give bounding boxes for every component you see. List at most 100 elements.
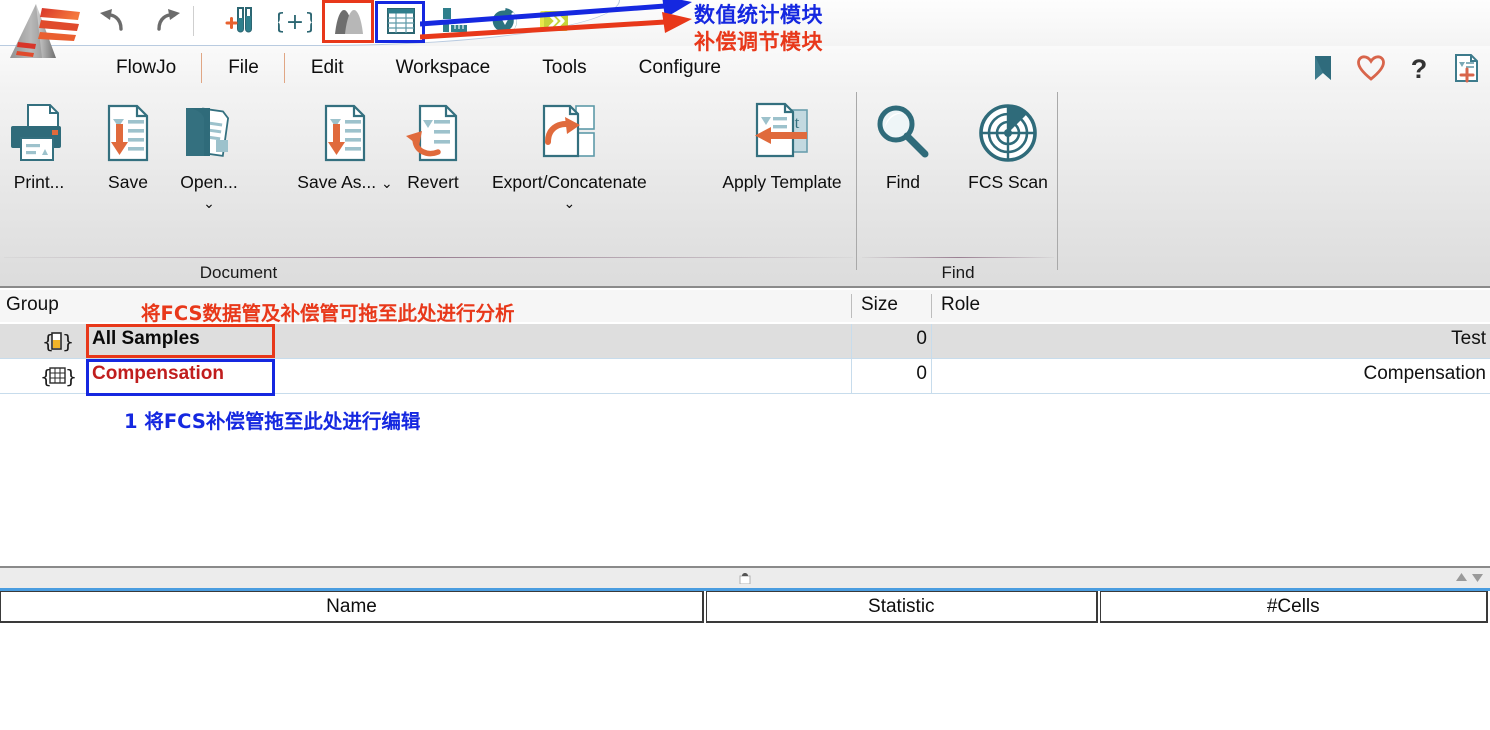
annotation-label-drag-comp-here: 1 将FCS补偿管拖至此处进行编辑 xyxy=(124,410,421,433)
flowjo-logo-icon xyxy=(2,0,88,62)
svg-text:}: } xyxy=(62,331,74,353)
bottom-table-body[interactable] xyxy=(0,625,1490,730)
menu-bar-right-icons: ? xyxy=(1308,46,1482,90)
menu-item-workspace[interactable]: Workspace xyxy=(370,46,517,90)
ribbon-button-save-as[interactable]: Save As... ⌄ xyxy=(285,100,405,193)
table-row-size: 0 xyxy=(916,328,927,349)
ribbon-group-document-label: Document xyxy=(199,263,278,282)
svg-text:}: } xyxy=(65,366,76,388)
question-mark-icon[interactable]: ? xyxy=(1404,53,1434,83)
bottom-column-header-statistic[interactable]: Statistic xyxy=(706,591,1098,623)
ribbon-group-find-label: Find xyxy=(941,263,975,282)
ribbon-group-separator xyxy=(856,92,857,270)
cell-divider xyxy=(931,359,932,393)
ribbon-group-separator xyxy=(1057,92,1058,270)
grid-brace-icon: { } xyxy=(40,364,76,388)
table-row-role: Compensation xyxy=(1363,363,1486,384)
table-row[interactable]: { } All Samples 0 Test xyxy=(0,324,1490,359)
open-folder-icon xyxy=(176,100,242,166)
ribbon-button-export-concatenate[interactable]: Export/Concatenate ⌄ xyxy=(492,100,647,212)
collapse-down-icon xyxy=(1472,574,1483,582)
cell-divider xyxy=(851,359,852,393)
bottom-column-header-cells[interactable]: #Cells xyxy=(1099,591,1488,623)
revert-arrow-icon xyxy=(400,100,466,166)
printer-icon xyxy=(6,100,72,166)
ribbon-button-print-label: Print... xyxy=(13,172,65,192)
annotation-arrow-red xyxy=(420,6,695,46)
splitter-grip-handle[interactable] xyxy=(738,571,752,584)
cell-divider xyxy=(931,324,932,358)
ribbon-button-open-label: Open... ⌄ xyxy=(180,172,238,212)
column-divider[interactable] xyxy=(931,294,932,318)
annotation-label-drag-fcs-here: 将FCS数据管及补偿管可拖至此处进行分析 xyxy=(141,302,515,325)
workspace-column-header-group[interactable]: Group xyxy=(6,294,59,316)
ribbon-group-underline xyxy=(4,257,853,258)
bottom-table-header: Name Statistic #Cells xyxy=(0,591,1490,623)
ribbon-toolbar: Print... Save Open... ⌄ Save As... ⌄ Rev… xyxy=(0,90,1490,288)
svg-text:?: ? xyxy=(1411,54,1428,83)
menu-item-edit[interactable]: Edit xyxy=(285,46,370,90)
annotation-label-compensation-module: 补偿调节模块 xyxy=(694,30,823,54)
export-concatenate-icon xyxy=(536,100,602,166)
radar-scan-icon xyxy=(975,100,1041,166)
menu-items: FlowJo File Edit Workspace Tools Configu… xyxy=(90,46,747,90)
collapse-up-icon xyxy=(1456,573,1467,581)
table-row-name[interactable]: Compensation xyxy=(92,363,224,385)
workspace-column-header-size[interactable]: Size xyxy=(861,294,898,316)
ribbon-button-apply-template[interactable]: t Apply Template xyxy=(722,100,842,193)
workspace-column-header-role[interactable]: Role xyxy=(941,294,980,316)
ribbon-button-export-concatenate-text: Export/Concatenate xyxy=(492,172,647,192)
ribbon-button-save-label: Save xyxy=(108,172,148,192)
ribbon-group-underline xyxy=(862,257,1054,258)
chevron-down-icon[interactable]: ⌄ xyxy=(381,175,393,191)
svg-text:t: t xyxy=(795,113,800,132)
ribbon-button-revert[interactable]: Revert xyxy=(400,100,466,193)
ribbon-button-open-text: Open... xyxy=(180,172,238,192)
table-row[interactable]: { } Compensation 0 Compensation xyxy=(0,359,1490,394)
ribbon-button-save-as-text: Save As... xyxy=(297,172,377,192)
save-as-document-icon xyxy=(312,100,378,166)
menu-item-tools[interactable]: Tools xyxy=(516,46,612,90)
curly-brace-plus-icon[interactable]: {+} xyxy=(278,4,312,38)
svg-text:{+}: {+} xyxy=(278,10,312,35)
undo-arrow-icon[interactable] xyxy=(97,6,131,36)
heart-icon[interactable] xyxy=(1356,53,1386,83)
ribbon-group-document: Print... Save Open... ⌄ Save As... ⌄ Rev… xyxy=(0,90,857,286)
column-divider[interactable] xyxy=(851,294,852,318)
ribbon-button-fcs-scan[interactable]: FCS Scan xyxy=(948,100,1068,193)
apply-template-icon: t xyxy=(749,100,815,166)
table-row-size: 0 xyxy=(916,363,927,384)
ribbon-button-fcs-scan-label: FCS Scan xyxy=(968,172,1048,192)
save-document-icon xyxy=(95,100,161,166)
ribbon-group-find: Find FCS Scan Find xyxy=(858,90,1058,286)
menu-item-file[interactable]: File xyxy=(202,46,285,90)
menu-item-flowjo[interactable]: FlowJo xyxy=(90,46,203,90)
toolbar-separator xyxy=(193,6,194,36)
annotation-label-statistics-module: 数值统计模块 xyxy=(694,3,823,27)
table-row-role: Test xyxy=(1451,328,1486,349)
test-tube-brace-icon: { } xyxy=(40,329,76,353)
chevron-down-icon[interactable]: ⌄ xyxy=(203,195,215,211)
ribbon-button-find[interactable]: Find xyxy=(870,100,936,193)
bookmark-icon[interactable] xyxy=(1308,53,1338,83)
new-document-plus-icon[interactable] xyxy=(1452,53,1482,83)
table-grid-icon[interactable] xyxy=(384,4,418,38)
table-row-name[interactable]: All Samples xyxy=(92,328,200,350)
cell-divider xyxy=(851,324,852,358)
bottom-column-header-name[interactable]: Name xyxy=(0,591,705,623)
ribbon-button-save[interactable]: Save xyxy=(95,100,161,193)
redo-arrow-icon[interactable] xyxy=(149,6,183,36)
splitter-collapse-arrows[interactable] xyxy=(1455,572,1484,583)
bottom-statistics-panel: Name Statistic #Cells xyxy=(0,591,1490,730)
quick-access-toolbar: {+} xyxy=(0,0,1490,58)
magnifier-icon xyxy=(870,100,936,166)
ribbon-button-export-concatenate-label: Export/Concatenate ⌄ xyxy=(492,172,647,212)
ribbon-button-print[interactable]: Print... xyxy=(6,100,72,193)
compensation-peaks-icon[interactable] xyxy=(331,4,365,38)
ribbon-button-save-as-label: Save As... ⌄ xyxy=(285,172,405,193)
chevron-down-icon[interactable]: ⌄ xyxy=(563,195,575,211)
test-tubes-plus-icon[interactable] xyxy=(225,4,259,38)
ribbon-button-open[interactable]: Open... ⌄ xyxy=(176,100,242,212)
ribbon-button-revert-label: Revert xyxy=(407,172,459,192)
panel-splitter[interactable] xyxy=(0,566,1490,588)
